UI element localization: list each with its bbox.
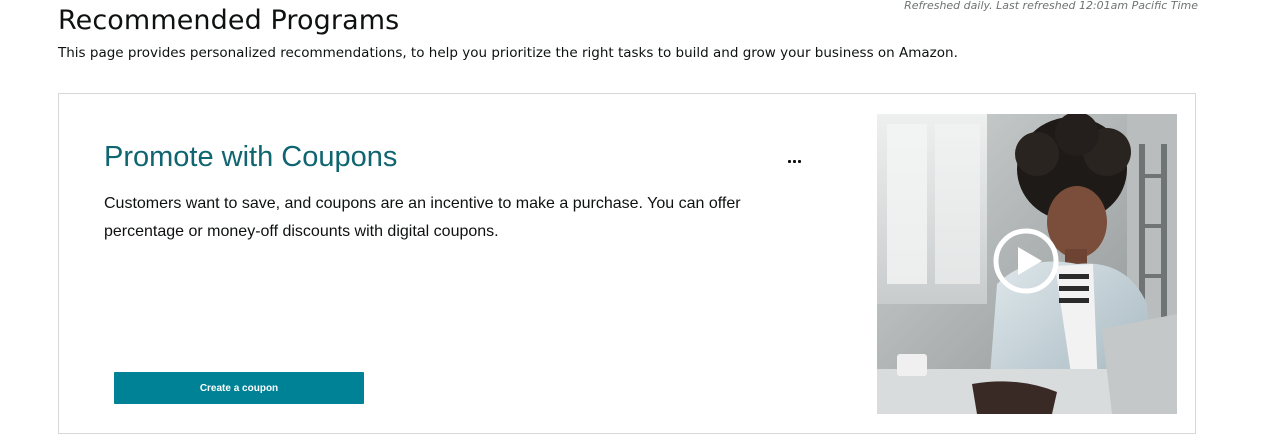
video-thumbnail[interactable]: [877, 114, 1177, 414]
recommended-programs-page: Recommended Programs Refreshed daily. La…: [0, 0, 1286, 442]
play-icon[interactable]: [993, 228, 1059, 294]
page-description: This page provides personalized recommen…: [58, 45, 958, 61]
page-title: Recommended Programs: [58, 5, 400, 36]
card-description: Customers want to save, and coupons are …: [104, 195, 741, 240]
ellipsis-icon: [787, 159, 791, 163]
recommendation-card: Promote with Coupons Customers want to s…: [58, 93, 1196, 434]
refresh-note: Refreshed daily. Last refreshed 12:01am …: [904, 0, 1198, 12]
create-coupon-button[interactable]: Create a coupon: [114, 372, 364, 404]
more-options-button[interactable]: [783, 150, 805, 172]
card-title: Promote with Coupons: [104, 141, 398, 173]
